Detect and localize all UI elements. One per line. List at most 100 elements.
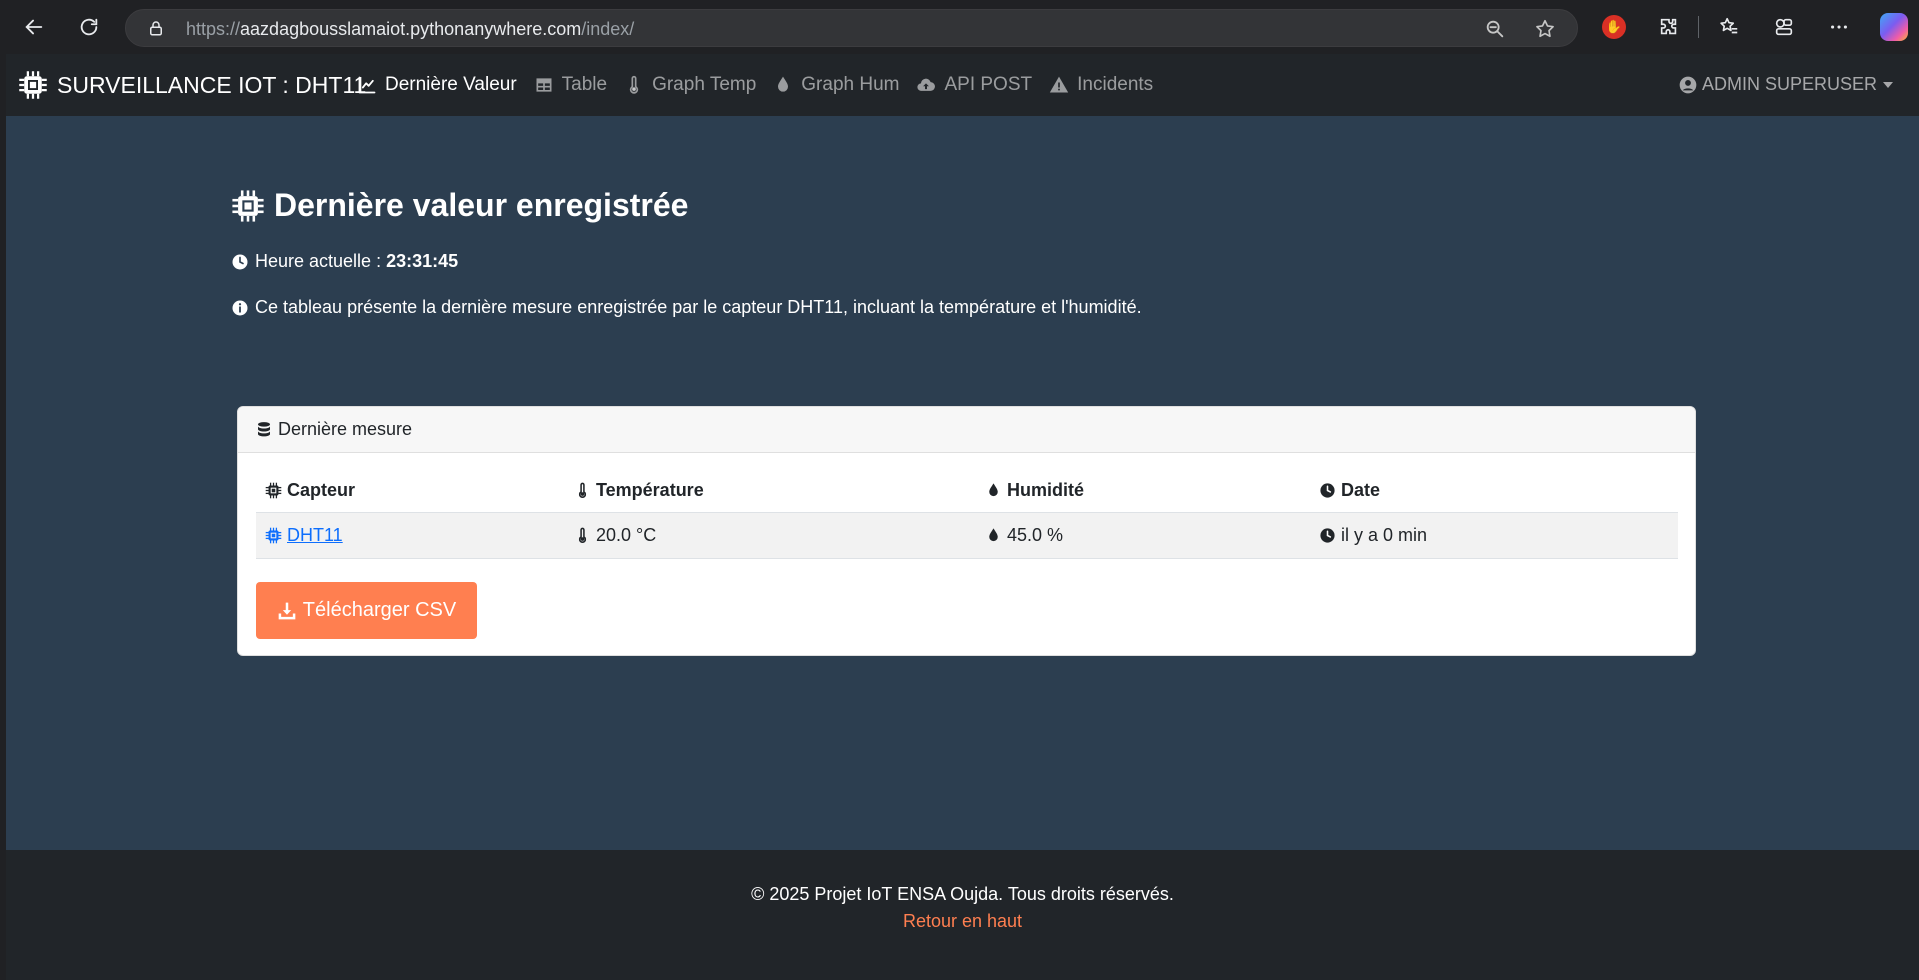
nav-item-graph-hum[interactable]: Graph Hum — [773, 74, 899, 96]
microchip-icon — [232, 189, 264, 222]
nav-menu: Dernière Valeur Table Graph Temp Graph H… — [357, 74, 1170, 96]
reload-icon — [80, 18, 98, 36]
url-prefix: https:// — [186, 19, 241, 39]
droplet-icon — [989, 528, 998, 542]
zoom-out-icon[interactable] — [1484, 18, 1506, 40]
cell-date: il y a 0 min — [1310, 525, 1678, 546]
favorites-button[interactable] — [1711, 9, 1747, 45]
download-csv-button[interactable]: Télécharger CSV — [256, 582, 477, 639]
nav-item-label: API POST — [944, 74, 1033, 95]
clock-value: 23:31:45 — [386, 251, 459, 271]
footer-copyright: © 2025 Projet IoT ENSA Oujda. Tous droit… — [751, 884, 1174, 904]
web-page: SURVEILLANCE IOT : DHT11 Dernière Valeur… — [6, 54, 1919, 980]
copilot-icon[interactable] — [1880, 13, 1908, 41]
page-title: Dernière valeur enregistrée — [231, 187, 688, 224]
column-header-humidite: Humidité — [976, 480, 1310, 501]
database-icon — [258, 421, 270, 436]
column-label: Humidité — [1007, 480, 1085, 500]
user-dropdown[interactable]: ADMIN SUPERUSER — [1678, 74, 1893, 95]
favorites-list-icon — [1720, 17, 1738, 34]
puzzle-icon — [1660, 18, 1677, 35]
clock-icon — [1320, 483, 1335, 498]
clock-label: Heure actuelle : — [255, 251, 382, 271]
table-row: DHT11 20.0 °C 45.0 % il y a 0 min — [256, 513, 1678, 559]
url-path: /index/ — [581, 19, 635, 39]
more-menu-button[interactable] — [1821, 9, 1857, 45]
reload-button[interactable] — [71, 9, 107, 45]
address-bar[interactable]: https://aazdagbousslamaiot.pythonanywher… — [125, 9, 1578, 47]
measure-table: Capteur Température Humidité Date DHT11 … — [256, 469, 1678, 559]
navbar-brand[interactable]: SURVEILLANCE IOT : DHT11 — [18, 70, 366, 100]
current-time: Heure actuelle : 23:31:45 — [231, 251, 458, 272]
chevron-down-icon — [1883, 81, 1893, 88]
arrow-left-icon — [25, 19, 43, 35]
chart-line-icon — [358, 76, 376, 94]
column-header-temperature: Température — [565, 480, 976, 501]
cell-sensor: DHT11 — [256, 525, 565, 546]
back-button[interactable] — [16, 9, 52, 45]
column-label: Date — [1341, 480, 1381, 500]
extension-stop-icon[interactable]: ✋ — [1602, 15, 1626, 39]
browser-toolbar: https://aazdagbousslamaiot.pythonanywher… — [0, 0, 1919, 54]
cell-temperature: 20.0 °C — [565, 525, 976, 546]
temperature-value: 20.0 °C — [596, 525, 657, 545]
thermometer-icon — [629, 75, 639, 94]
nav-item-incidents[interactable]: Incidents — [1049, 74, 1153, 96]
info-text: Ce tableau présente la dernière mesure e… — [231, 297, 1142, 318]
collections-icon — [1775, 18, 1793, 36]
column-label: Température — [596, 480, 704, 500]
warning-icon — [1049, 76, 1069, 93]
microchip-icon — [19, 71, 47, 99]
url-host: aazdagbousslamaiot.pythonanywhere.com — [240, 19, 582, 39]
collections-button[interactable] — [1766, 9, 1802, 45]
nav-item-label: Table — [561, 74, 608, 95]
page-title-text: Dernière valeur enregistrée — [274, 187, 689, 223]
back-to-top-link[interactable]: Retour en haut — [6, 911, 1919, 932]
url-text[interactable]: https://aazdagbousslamaiot.pythonanywher… — [186, 19, 634, 40]
last-measure-card: Dernière mesure Capteur Température Humi… — [237, 406, 1696, 656]
nav-item-graph-temp[interactable]: Graph Temp — [624, 74, 756, 96]
nav-item-label: Graph Hum — [801, 74, 900, 95]
cloud-upload-icon — [917, 78, 936, 91]
info-label: Ce tableau présente la dernière mesure e… — [255, 297, 1142, 317]
droplet-icon — [778, 76, 789, 92]
nav-item-label: Graph Temp — [652, 74, 757, 95]
table-icon — [536, 78, 552, 92]
favorite-star-icon[interactable] — [1534, 18, 1556, 40]
thermometer-icon — [578, 482, 587, 498]
nav-item-derniere-valeur[interactable]: Dernière Valeur — [357, 74, 517, 96]
card-header-label: Dernière mesure — [278, 419, 413, 439]
microchip-icon — [265, 482, 282, 499]
lock-icon — [150, 21, 162, 36]
download-csv-label: Télécharger CSV — [302, 599, 457, 621]
download-icon — [278, 602, 296, 619]
humidity-value: 45.0 % — [1007, 525, 1064, 545]
sensor-link[interactable]: DHT11 — [265, 525, 343, 546]
toolbar-separator — [1698, 16, 1699, 38]
nav-item-label: Incidents — [1077, 74, 1154, 95]
nav-item-table[interactable]: Table — [534, 74, 607, 96]
sensor-name: DHT11 — [287, 525, 343, 545]
microchip-icon — [265, 527, 282, 544]
column-header-capteur: Capteur — [256, 480, 565, 501]
clock-icon — [232, 254, 248, 269]
navbar: SURVEILLANCE IOT : DHT11 Dernière Valeur… — [6, 54, 1919, 116]
nav-item-label: Dernière Valeur — [385, 74, 517, 95]
info-circle-icon — [232, 300, 248, 315]
clock-icon — [1320, 528, 1335, 543]
card-header: Dernière mesure — [238, 407, 1695, 453]
footer: © 2025 Projet IoT ENSA Oujda. Tous droit… — [6, 850, 1919, 980]
user-name: ADMIN SUPERUSER — [1701, 74, 1877, 94]
cell-humidity: 45.0 % — [976, 525, 1310, 546]
table-header: Capteur Température Humidité Date — [256, 469, 1678, 513]
droplet-icon — [989, 483, 998, 497]
extensions-button[interactable] — [1651, 9, 1687, 45]
column-label: Capteur — [287, 480, 356, 500]
nav-item-api-post[interactable]: API POST — [916, 74, 1032, 96]
ellipsis-icon — [1831, 25, 1847, 29]
brand-label: SURVEILLANCE IOT : DHT11 — [57, 71, 367, 98]
column-header-date: Date — [1310, 480, 1678, 501]
thermometer-icon — [578, 527, 587, 543]
date-value: il y a 0 min — [1341, 525, 1428, 545]
user-circle-icon — [1679, 76, 1697, 93]
